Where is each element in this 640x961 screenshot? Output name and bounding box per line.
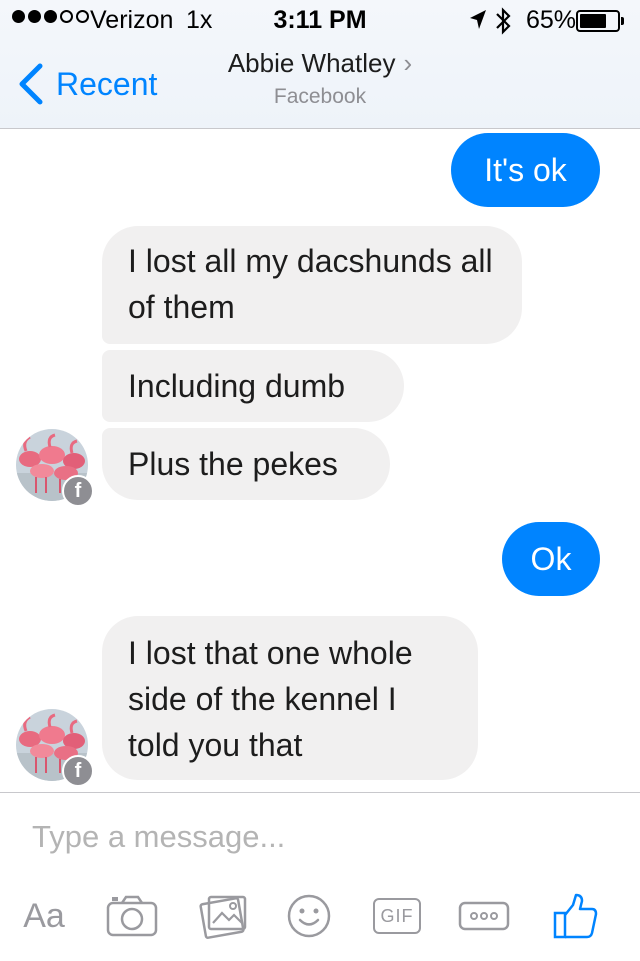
message-bubble-outgoing[interactable]: It's ok <box>451 133 600 207</box>
battery-icon <box>576 10 620 32</box>
contact-name: Abbie Whatley <box>227 48 396 78</box>
contact-subtitle: Facebook <box>273 85 367 108</box>
more-button[interactable] <box>456 892 512 940</box>
emoji-button[interactable] <box>284 892 334 940</box>
more-icon <box>458 901 510 931</box>
conversation-title[interactable]: Abbie Whatley › Facebook <box>0 48 640 109</box>
text-format-button[interactable]: Aa <box>16 892 72 940</box>
message-bubble-incoming[interactable]: Plus the pekes <box>102 428 390 500</box>
message-bubble-incoming[interactable]: I lost that one whole side of the kennel… <box>102 616 478 780</box>
thumbs-up-icon <box>553 893 598 939</box>
gif-button[interactable]: GIF <box>370 892 424 940</box>
like-button[interactable] <box>550 892 604 940</box>
smiley-icon <box>287 894 331 938</box>
gif-icon: GIF <box>373 898 421 934</box>
camera-icon <box>106 895 158 937</box>
navigation-header: Verizon 1x 3:11 PM 65% Recent Abbie What… <box>0 0 640 129</box>
bluetooth-icon <box>496 7 511 35</box>
message-bubble-outgoing[interactable]: Ok <box>502 522 600 596</box>
facebook-badge-icon: f <box>62 755 94 787</box>
message-input[interactable] <box>32 815 612 859</box>
facebook-badge-icon: f <box>62 475 94 507</box>
message-bubble-incoming[interactable]: Including dumb <box>102 350 404 422</box>
message-bubble-incoming[interactable]: I lost all my dacshunds all of them <box>102 226 522 344</box>
chevron-right-icon: › <box>403 48 413 78</box>
battery-percentage: 65% <box>526 6 577 34</box>
photo-icon <box>199 895 247 939</box>
status-bar: Verizon 1x 3:11 PM 65% <box>0 0 640 40</box>
photo-button[interactable] <box>196 892 252 940</box>
location-arrow-icon <box>470 10 486 29</box>
camera-button[interactable] <box>104 892 160 940</box>
